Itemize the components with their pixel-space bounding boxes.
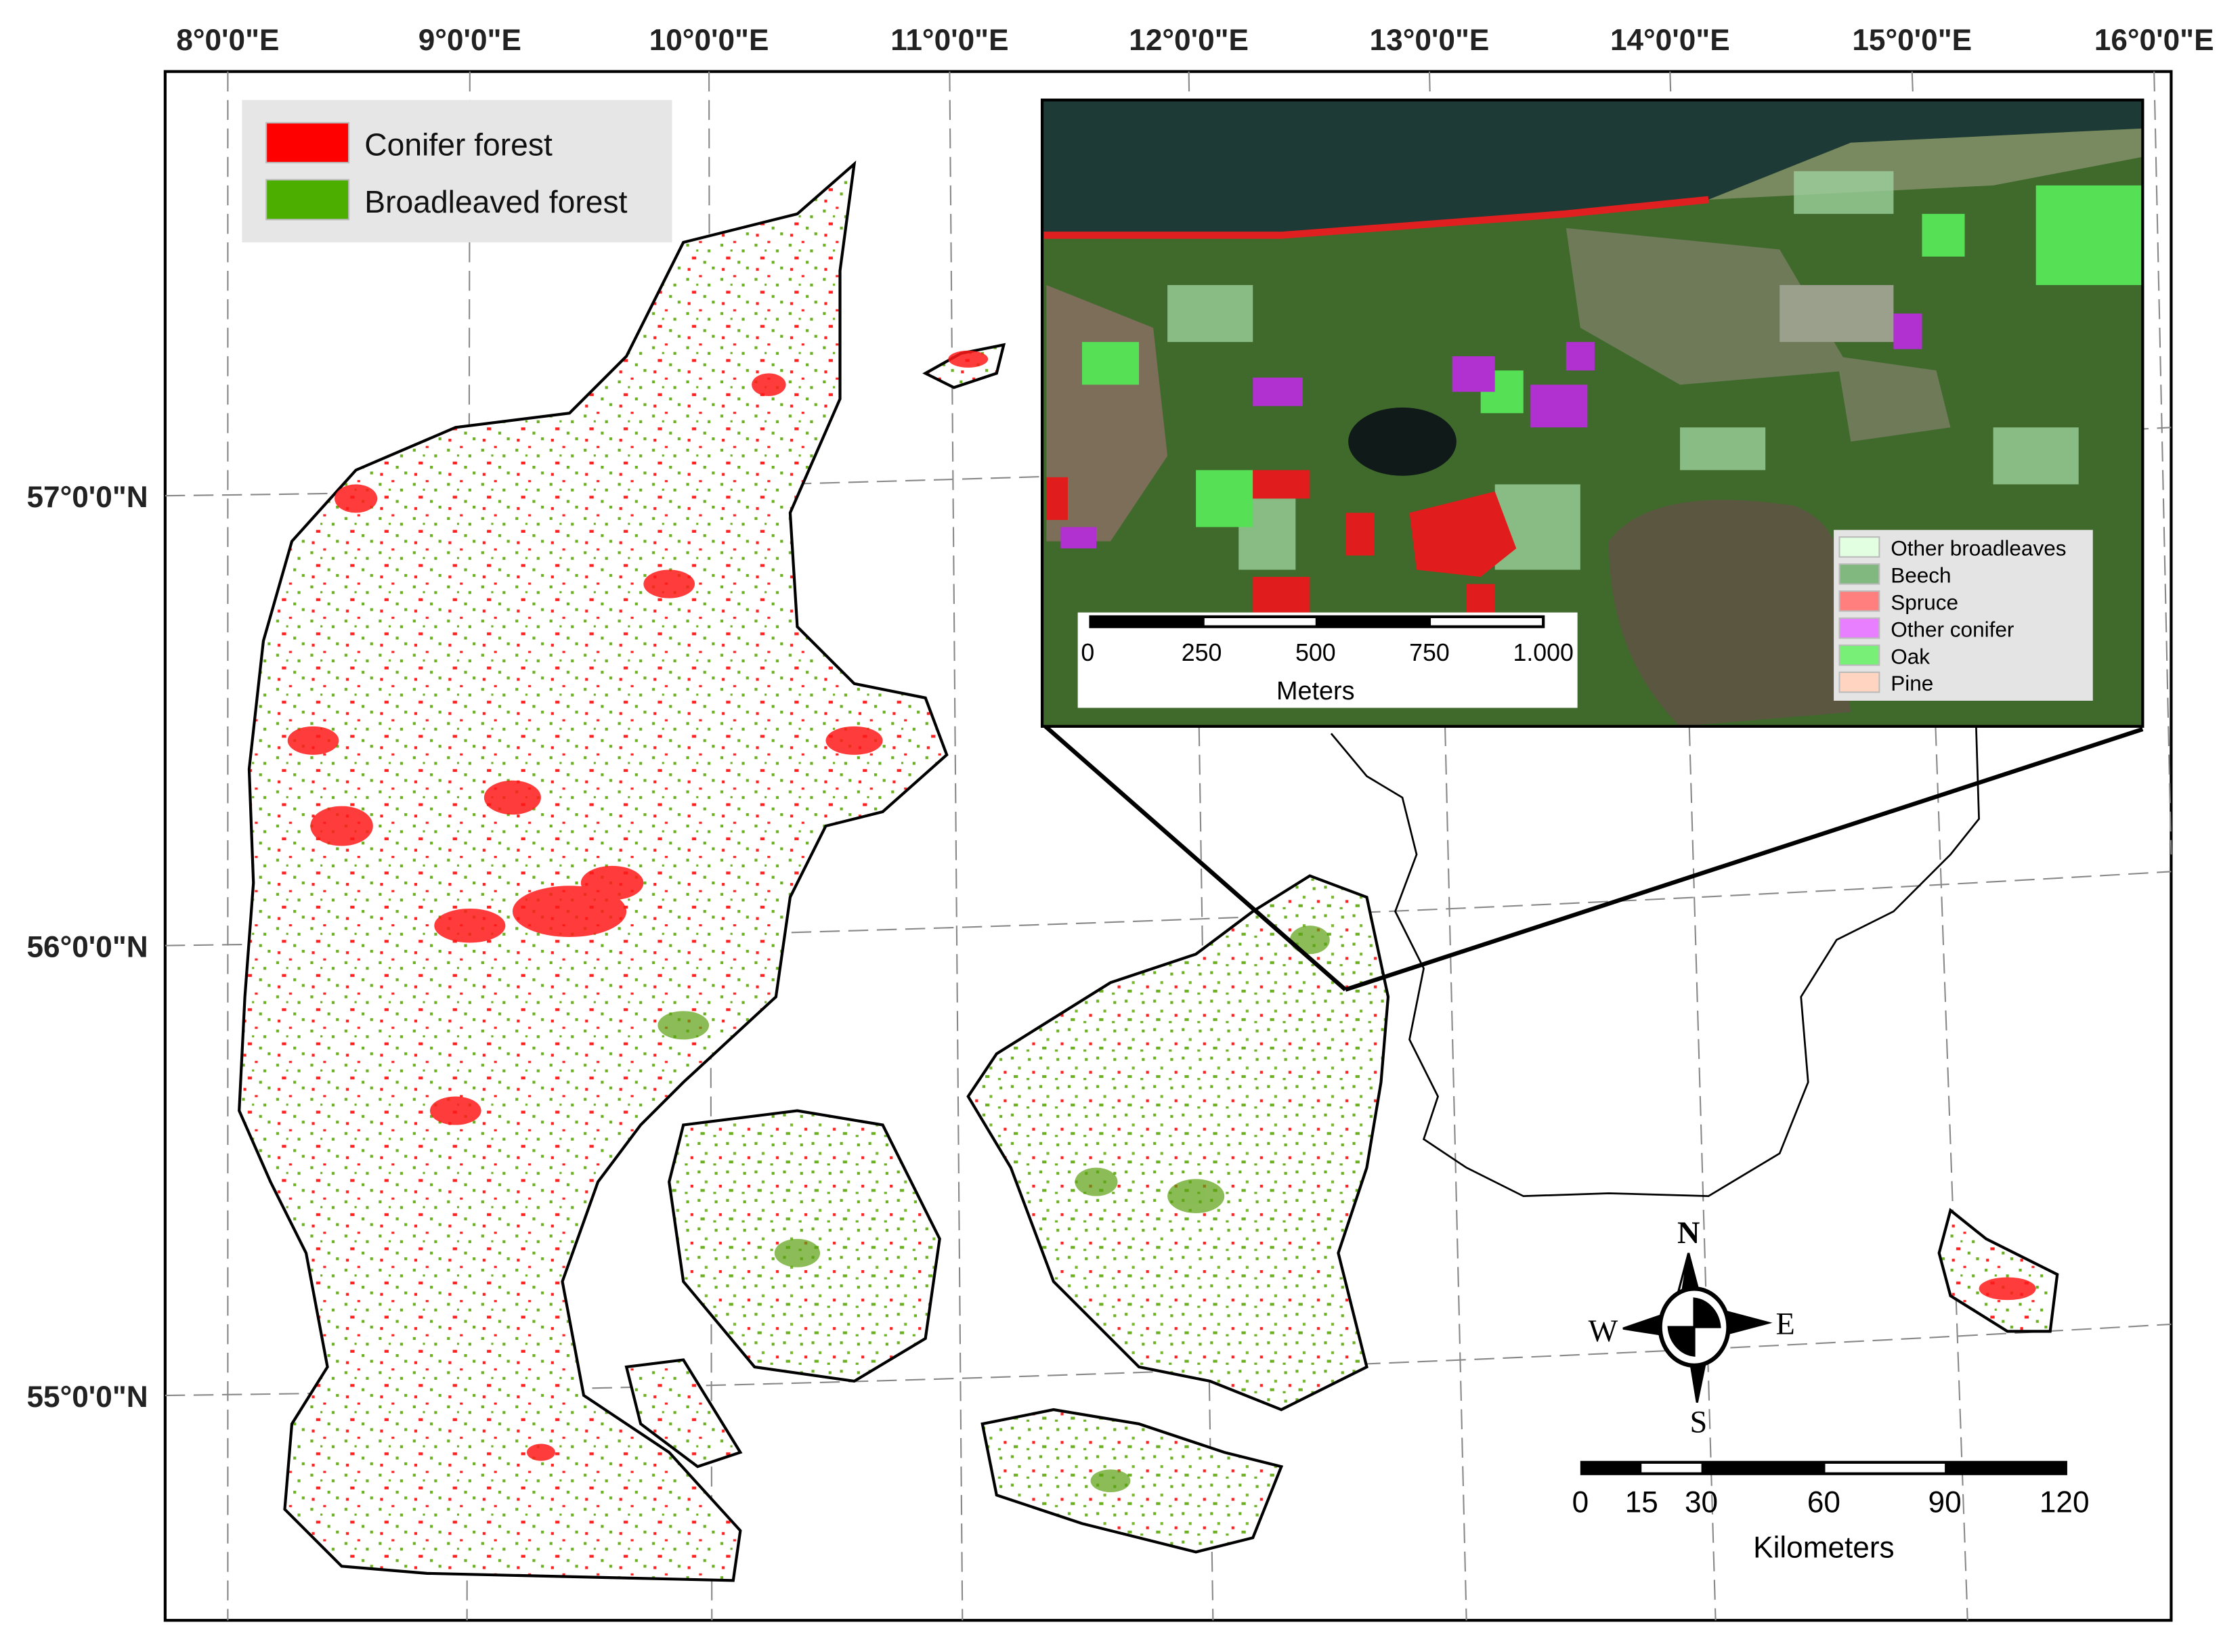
inset-scale-tick: 0 [1081,639,1094,666]
lon-label: 10°0'0"E [649,24,769,57]
inset-legend-label: Other conifer [1891,617,2014,641]
compass-w: W [1589,1314,1618,1349]
scale-tick: 90 [1928,1485,1962,1519]
longitude-labels: 8°0'0"E 9°0'0"E 10°0'0"E 11°0'0"E 12°0'0… [176,24,2214,57]
forest-map: 8°0'0"E 9°0'0"E 10°0'0"E 11°0'0"E 12°0'0… [27,24,2214,1622]
inset-scale-tick: 750 [1409,639,1450,666]
lon-label: 13°0'0"E [1370,24,1490,57]
scale-unit: Kilometers [1753,1531,1895,1565]
inset-legend-label: Other broadleaves [1891,536,2066,561]
legend-label: Conifer forest [364,127,553,162]
inset-scale-bar: 0 250 500 750 1.000 Meters [1077,612,1578,708]
lon-label: 8°0'0"E [176,24,279,57]
lon-label: 15°0'0"E [1852,24,1972,57]
lon-label: 14°0'0"E [1610,24,1730,57]
lat-label: 57°0'0"N [27,481,148,514]
lon-label: 9°0'0"E [418,24,521,57]
map-legend: Conifer forest Broadleaved forest [242,100,672,242]
latitude-labels: 57°0'0"N 56°0'0"N 55°0'0"N [27,481,148,1414]
lat-label: 55°0'0"N [27,1381,148,1414]
inset-legend-label: Oak [1891,644,1930,668]
legend-swatch-conifer [265,122,350,164]
inset-scale-unit: Meters [1276,677,1355,705]
scale-tick: 15 [1625,1485,1658,1519]
lon-label: 11°0'0"E [890,24,1008,57]
inset-legend-label: Beech [1891,563,1951,587]
compass-s: S [1689,1406,1707,1440]
inset-legend-label: Spruce [1891,590,1958,614]
legend-swatch-broadleaved [265,179,350,221]
inset-legend: Other broadleaves Beech Spruce Other con… [1834,529,2093,701]
compass-n: N [1677,1216,1700,1251]
legend-label: Broadleaved forest [364,184,627,219]
inset-map: 0 250 500 750 1.000 Meters Other broadle… [1040,98,2144,728]
lon-label: 16°0'0"E [2094,24,2214,57]
scale-tick: 0 [1572,1485,1589,1519]
lon-label: 12°0'0"E [1129,24,1249,57]
scale-tick: 120 [2040,1485,2090,1519]
lat-label: 56°0'0"N [27,930,148,963]
scale-tick: 30 [1685,1485,1718,1519]
inset-scale-tick: 1.000 [1513,639,1573,666]
inset-scale-tick: 500 [1295,639,1336,666]
inset-scale-tick: 250 [1182,639,1222,666]
scale-tick: 60 [1807,1485,1840,1519]
inset-legend-label: Pine [1891,671,1933,695]
compass-e: E [1775,1307,1794,1342]
